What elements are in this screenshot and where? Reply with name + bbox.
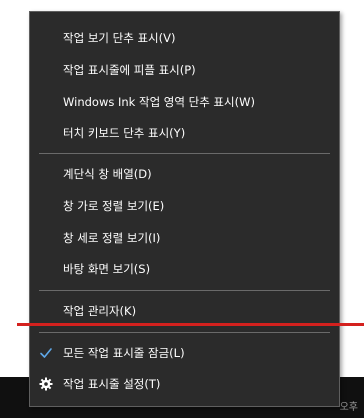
- menu-separator: [39, 153, 330, 154]
- menu-item-show-task-view-button[interactable]: 작업 보기 단추 표시(V): [30, 22, 339, 53]
- menu-item-lock-all-taskbars[interactable]: 모든 작업 표시줄 잠금(L): [30, 337, 339, 368]
- desktop: 오후 작업 보기 단추 표시(V) 작업 표시줄에 피플 표시(P) Windo…: [0, 0, 364, 418]
- menu-item-task-manager[interactable]: 작업 관리자(K): [30, 295, 339, 326]
- menu-item-show-windows-side-by-side[interactable]: 창 세로 정렬 보기(I): [30, 222, 339, 253]
- menu-item-show-touch-keyboard-button[interactable]: 터치 키보드 단추 표시(Y): [30, 117, 339, 148]
- menu-item-label: Windows Ink 작업 영역 단추 표시(W): [63, 94, 255, 109]
- menu-item-label: 작업 표시줄에 피플 표시(P): [63, 62, 196, 77]
- menu-item-label: 창 가로 정렬 보기(E): [63, 198, 165, 213]
- highlight-underline: [17, 323, 364, 326]
- menu-item-label: 작업 관리자(K): [63, 303, 137, 318]
- menu-item-show-desktop[interactable]: 바탕 화면 보기(S): [30, 253, 339, 284]
- menu-item-taskbar-settings[interactable]: 작업 표시줄 설정(T): [30, 368, 339, 399]
- checkmark-icon: [39, 346, 53, 360]
- taskbar-context-menu: 작업 보기 단추 표시(V) 작업 표시줄에 피플 표시(P) Windows …: [29, 11, 340, 407]
- taskbar-clock[interactable]: 오후: [340, 402, 358, 414]
- menu-item-label: 모든 작업 표시줄 잠금(L): [63, 345, 185, 360]
- menu-item-show-people[interactable]: 작업 표시줄에 피플 표시(P): [30, 54, 339, 85]
- menu-item-show-windows-stacked[interactable]: 창 가로 정렬 보기(E): [30, 190, 339, 221]
- menu-item-label: 작업 보기 단추 표시(V): [63, 30, 176, 45]
- menu-item-show-windows-ink-button[interactable]: Windows Ink 작업 영역 단추 표시(W): [30, 86, 339, 117]
- menu-item-label: 계단식 창 배열(D): [63, 166, 152, 181]
- menu-separator: [39, 332, 330, 333]
- menu-item-label: 작업 표시줄 설정(T): [63, 376, 161, 391]
- menu-item-cascade-windows[interactable]: 계단식 창 배열(D): [30, 158, 339, 189]
- menu-item-label: 바탕 화면 보기(S): [63, 261, 151, 276]
- menu-item-label: 창 세로 정렬 보기(I): [63, 230, 161, 245]
- menu-item-label: 터치 키보드 단추 표시(Y): [63, 125, 186, 140]
- gear-icon: [39, 377, 53, 391]
- menu-separator: [39, 290, 330, 291]
